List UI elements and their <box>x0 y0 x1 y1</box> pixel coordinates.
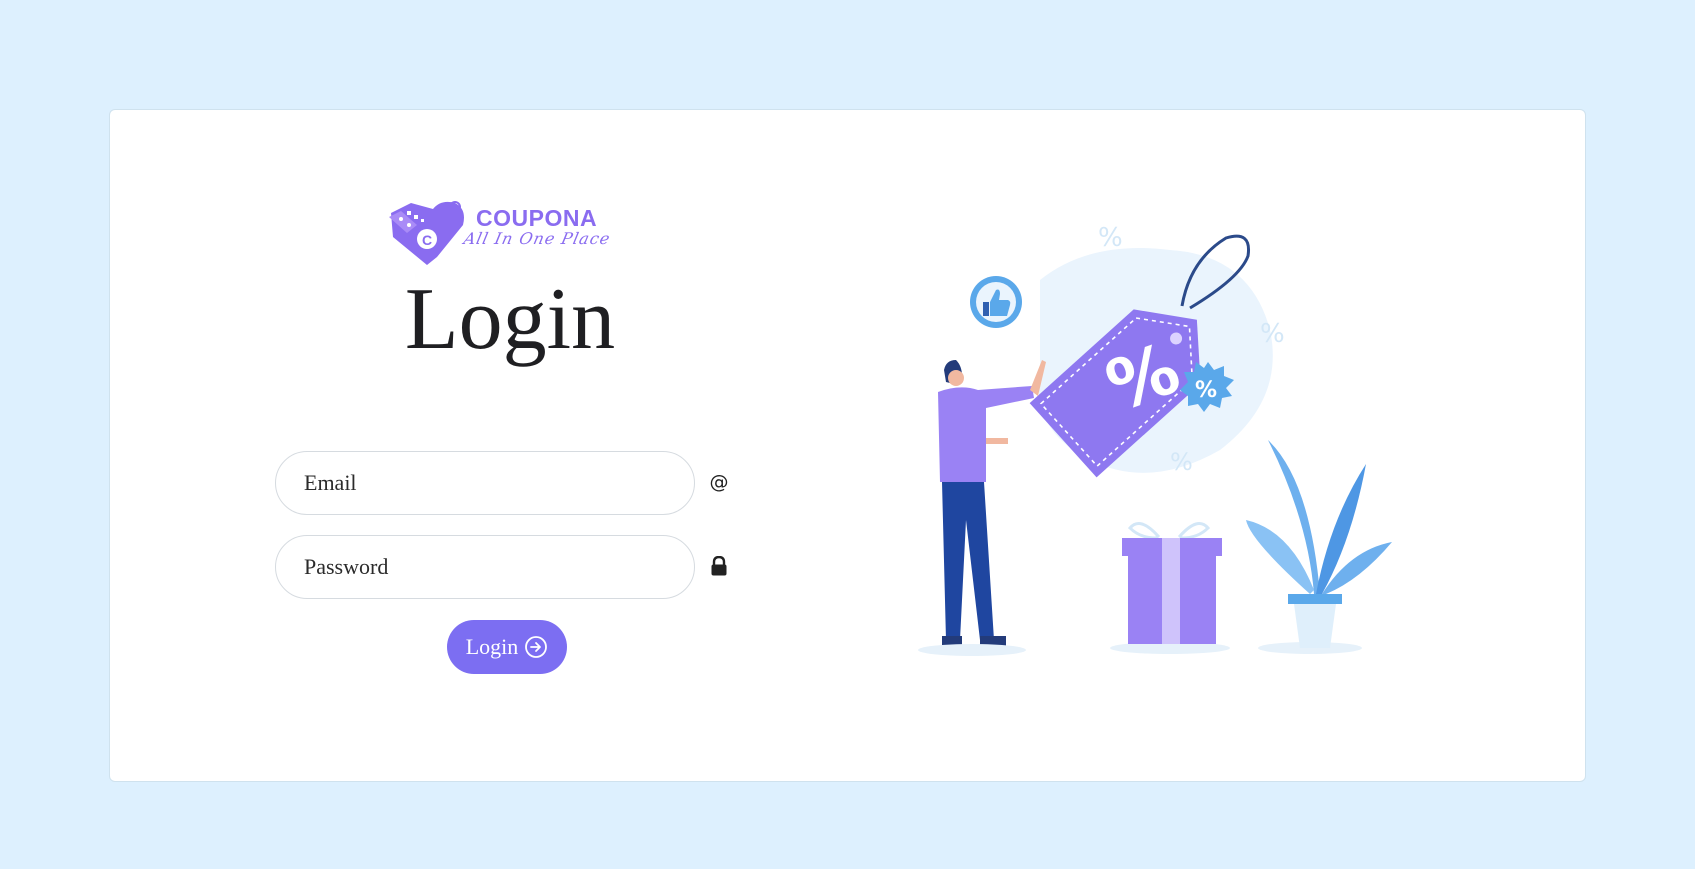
faded-percent-icon: % <box>1260 319 1285 349</box>
login-card: C COUPONA All In One Place Login @ Login… <box>109 109 1586 782</box>
login-button-label: Login <box>465 634 519 659</box>
password-field[interactable] <box>276 536 694 598</box>
email-field-wrapper <box>275 451 695 515</box>
coupon-illustration: % % % % % <box>918 223 1392 656</box>
svg-text:%: % <box>1195 378 1217 403</box>
login-button[interactable]: Login <box>447 620 567 674</box>
gift-box-icon <box>1110 522 1230 654</box>
email-field[interactable] <box>276 452 694 514</box>
lock-icon <box>708 555 730 577</box>
at-icon: @ <box>709 471 729 493</box>
faded-percent-icon: % <box>1098 223 1123 253</box>
faded-percent-icon: % <box>1170 448 1193 476</box>
password-field-wrapper <box>275 535 695 599</box>
page-title: Login <box>404 271 616 368</box>
logo-letter: C <box>422 232 432 248</box>
brand-tagline: All In One Place <box>461 229 613 248</box>
brand-name: COUPONA <box>476 205 598 231</box>
plant-icon <box>1246 440 1392 654</box>
person-figure <box>918 360 1046 656</box>
thumbs-up-icon <box>970 276 1022 328</box>
arrow-circle-right-icon <box>525 636 548 658</box>
